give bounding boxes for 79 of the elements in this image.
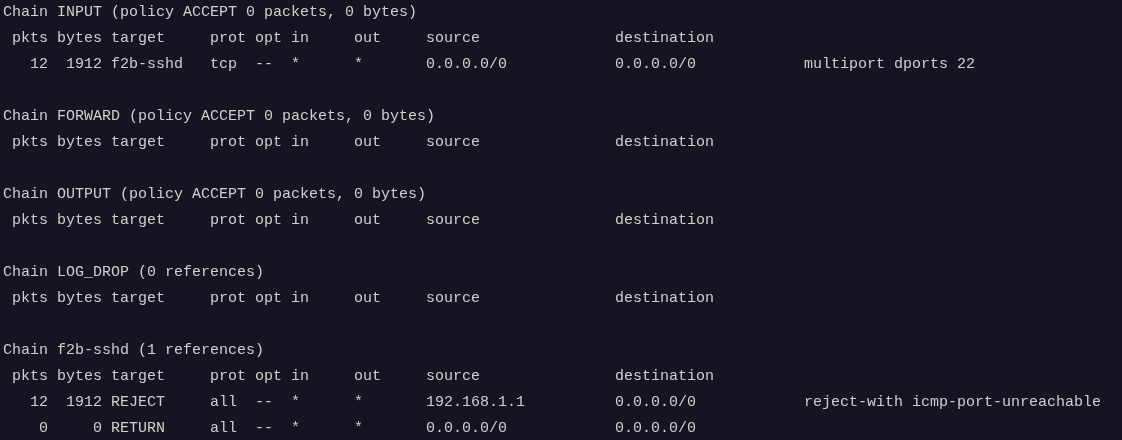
table-cell-text: all	[210, 419, 238, 439]
column-header: opt	[255, 211, 283, 231]
column-header: destination	[615, 211, 715, 231]
column-header: bytes	[57, 29, 102, 49]
column-header: out	[354, 29, 382, 49]
column-header: pkts	[12, 133, 48, 153]
column-header: out	[354, 133, 382, 153]
column-header: target	[111, 29, 165, 49]
table-cell-text: --	[255, 393, 274, 413]
chain-header: Chain OUTPUT (policy ACCEPT 0 packets, 0 bytes)	[3, 186, 427, 203]
table-cell-text: *	[291, 393, 301, 413]
table-cell-text: 0.0.0.0/0	[426, 419, 508, 439]
column-header: prot	[210, 367, 247, 387]
column-header: opt	[255, 289, 283, 309]
chain-header: Chain FORWARD (policy ACCEPT 0 packets, 0 bytes)	[3, 108, 436, 125]
column-header: bytes	[57, 211, 102, 231]
table-cell-text: REJECT	[111, 393, 165, 413]
column-header: prot	[210, 29, 247, 49]
column-header: destination	[615, 289, 715, 309]
column-header: source	[426, 367, 481, 387]
column-header: prot	[210, 289, 247, 309]
column-header: destination	[615, 133, 715, 153]
table-cell-text: 0	[39, 419, 48, 439]
column-header: out	[354, 211, 382, 231]
column-header: target	[111, 133, 165, 153]
table-cell-text: *	[291, 419, 301, 439]
chain-header: Chain LOG_DROP (0 references)	[3, 264, 265, 281]
table-cell-text: RETURN	[111, 419, 165, 439]
column-header: opt	[255, 133, 283, 153]
column-header: pkts	[12, 367, 48, 387]
column-header: destination	[615, 29, 715, 49]
column-header: pkts	[12, 211, 48, 231]
column-header: opt	[255, 367, 283, 387]
table-cell-text: 0.0.0.0/0	[426, 55, 508, 75]
column-header: source	[426, 211, 481, 231]
table-cell-text: *	[354, 55, 364, 75]
chain-header: Chain f2b-sshd (1 references)	[3, 342, 265, 359]
column-header: pkts	[12, 29, 48, 49]
column-header: bytes	[57, 289, 102, 309]
column-header: source	[426, 29, 481, 49]
table-cell-text: *	[354, 393, 364, 413]
column-header: source	[426, 133, 481, 153]
column-header: out	[354, 367, 382, 387]
column-header: in	[291, 367, 310, 387]
table-cell-text: 12	[30, 393, 48, 413]
column-header: target	[111, 289, 165, 309]
column-header: destination	[615, 367, 715, 387]
column-header: prot	[210, 211, 247, 231]
column-header: in	[291, 211, 310, 231]
column-header: pkts	[12, 289, 48, 309]
table-cell-text: 0.0.0.0/0	[615, 419, 697, 439]
table-cell-text: 1912	[66, 393, 102, 413]
column-header: prot	[210, 133, 247, 153]
column-header: bytes	[57, 133, 102, 153]
table-cell-text: --	[255, 55, 274, 75]
table-cell-text: 192.168.1.1	[426, 393, 526, 413]
table-cell-text: --	[255, 419, 274, 439]
column-header: out	[354, 289, 382, 309]
chain-header: Chain INPUT (policy ACCEPT 0 packets, 0 bytes)	[3, 4, 418, 21]
column-header: in	[291, 289, 310, 309]
column-header: in	[291, 29, 310, 49]
table-cell-text: reject-with icmp-port-unreachable	[804, 393, 1102, 413]
column-header: target	[111, 367, 165, 387]
table-cell-text: 0	[93, 419, 102, 439]
table-cell-text: *	[291, 55, 301, 75]
column-header: in	[291, 133, 310, 153]
table-cell-text: f2b-sshd	[111, 55, 183, 75]
column-header: opt	[255, 29, 283, 49]
table-cell-text: 1912	[66, 55, 102, 75]
column-header: source	[426, 289, 481, 309]
table-cell-text: *	[354, 419, 364, 439]
column-header: target	[111, 211, 165, 231]
table-cell-text: 0.0.0.0/0	[615, 55, 697, 75]
column-header: bytes	[57, 367, 102, 387]
table-cell-text: multiport dports 22	[804, 55, 976, 75]
table-cell-text: tcp	[210, 55, 238, 75]
table-cell-text: 12	[30, 55, 48, 75]
table-cell-text: all	[210, 393, 238, 413]
table-cell-text: 0.0.0.0/0	[615, 393, 697, 413]
